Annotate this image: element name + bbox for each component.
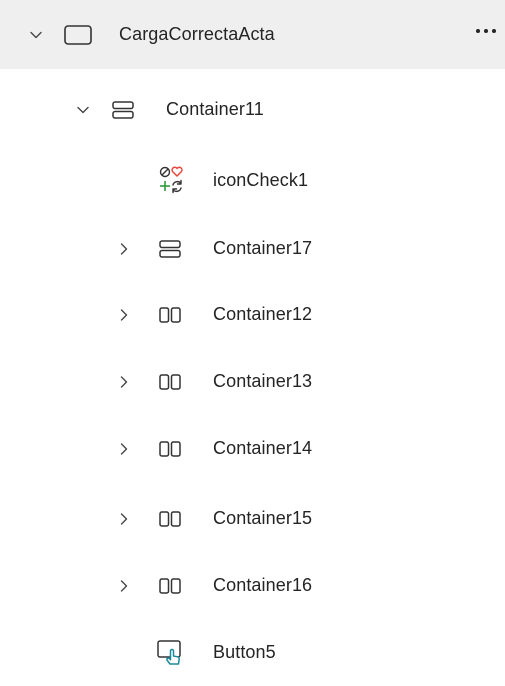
tree-row-button5[interactable]: Button5 [0,619,505,686]
horizontal-container-icon [157,575,183,597]
chevron-right-icon[interactable] [116,241,132,257]
tree-item-label: Button5 [213,642,276,662]
chevron-right-icon[interactable] [116,441,132,457]
tree-row-container13[interactable]: Container13 [0,348,505,415]
tree-item-label: iconCheck1 [213,170,309,190]
horizontal-container-icon [157,371,183,393]
tree-item-label: Container11 [166,99,264,119]
tree-row-container11[interactable]: Container11 [0,76,505,143]
tree-row-container14[interactable]: Container14 [0,415,505,482]
chevron-right-icon[interactable] [116,307,132,323]
tree-item-label: Container17 [213,238,313,258]
horizontal-container-icon [157,508,183,530]
tree-item-label: CargaCorrectaActa [119,24,275,44]
button-icon [155,638,187,668]
icon-set-icon [156,164,186,196]
chevron-right-icon[interactable] [116,511,132,527]
tree-row-cargacorrectaacta[interactable]: CargaCorrectaActa [0,0,505,69]
more-options-icon[interactable] [476,22,504,40]
chevron-right-icon[interactable] [116,374,132,390]
tree-item-label: Container14 [213,438,313,458]
tree-row-container15[interactable]: Container15 [0,485,505,552]
tree-row-container12[interactable]: Container12 [0,281,505,348]
tree-item-label: Container15 [213,508,313,528]
chevron-down-icon[interactable] [75,102,91,118]
horizontal-container-icon [157,438,183,460]
tree-row-iconcheck1[interactable]: iconCheck1 [0,146,505,213]
chevron-right-icon[interactable] [116,578,132,594]
screen-icon [63,24,93,46]
tree-item-label: Container16 [213,575,313,595]
vertical-container-icon [157,237,183,261]
tree-view: CargaCorrectaActa Container11 iconCheck1… [0,0,505,686]
chevron-down-icon[interactable] [28,27,44,43]
tree-item-label: Container12 [213,304,313,324]
horizontal-container-icon [157,304,183,326]
tree-item-label: Container13 [213,371,313,391]
tree-row-container17[interactable]: Container17 [0,215,505,282]
tree-row-container16[interactable]: Container16 [0,552,505,619]
vertical-container-icon [110,98,136,122]
